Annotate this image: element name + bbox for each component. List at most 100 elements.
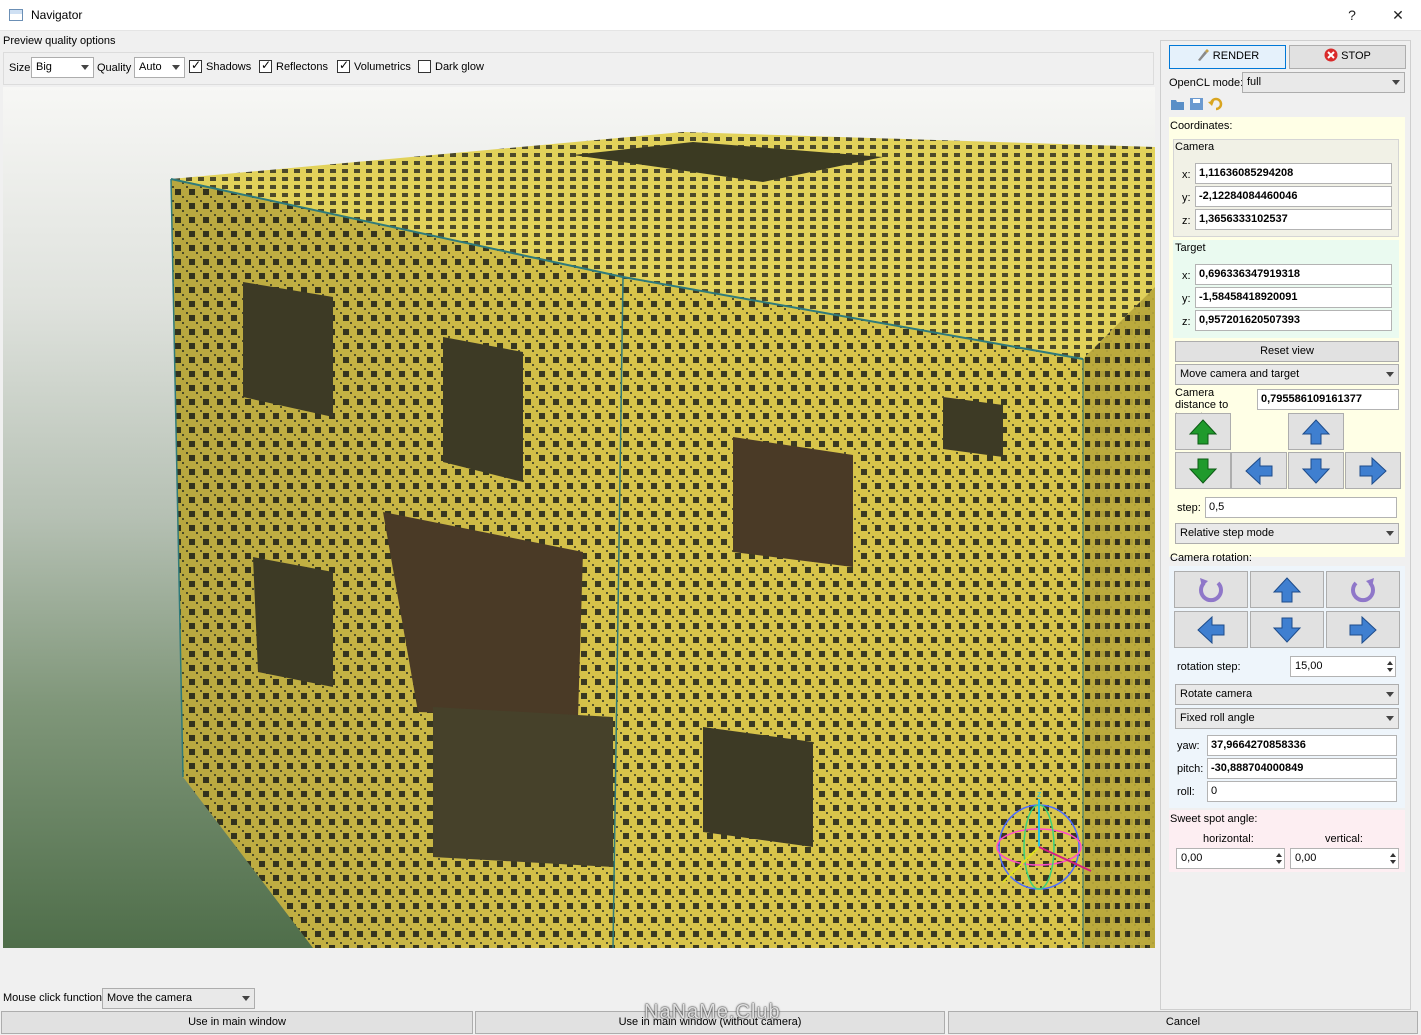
spin-down-icon[interactable]: [1276, 860, 1282, 864]
opencl-mode-value: full: [1247, 76, 1262, 88]
target-y-label: y:: [1182, 293, 1191, 305]
spin-up-icon[interactable]: [1390, 853, 1396, 857]
target-x-label: x:: [1182, 270, 1191, 282]
volumetrics-checkbox[interactable]: [337, 58, 350, 73]
title-bar: Navigator ? ✕: [0, 0, 1421, 31]
spin-up-icon[interactable]: [1387, 661, 1393, 665]
rotate-down-button[interactable]: [1250, 611, 1324, 648]
size-value: Big: [36, 61, 52, 73]
target-z-input[interactable]: 0,957201620507393: [1195, 310, 1392, 331]
reset-view-button[interactable]: Reset view: [1175, 341, 1399, 362]
coordinates-label: Coordinates:: [1170, 120, 1233, 132]
roll-label: roll:: [1177, 786, 1195, 798]
move-down-button[interactable]: [1288, 452, 1344, 489]
rotation-step-spinner[interactable]: 15,00: [1290, 656, 1396, 677]
step-mode-dropdown[interactable]: Relative step mode: [1175, 523, 1399, 544]
close-window-button[interactable]: ✕: [1375, 0, 1421, 31]
render-label: RENDER: [1212, 50, 1260, 62]
camera-z-input[interactable]: 1,3656333102537: [1195, 209, 1392, 230]
target-x-input[interactable]: 0,696336347919318: [1195, 264, 1392, 285]
camera-distance-input[interactable]: 0,795586109161377: [1257, 389, 1399, 410]
yaw-input[interactable]: 37,9664270858336: [1207, 735, 1397, 756]
quality-label: Quality: [97, 62, 132, 74]
size-dropdown[interactable]: Big: [31, 57, 94, 78]
camera-y-input[interactable]: -2,12284084460046: [1195, 186, 1392, 207]
blue-arrow-down-icon: [1301, 458, 1331, 484]
rotation-step-label: rotation step:: [1177, 661, 1241, 673]
rotate-right-button[interactable]: [1326, 611, 1400, 648]
pitch-label: pitch:: [1177, 763, 1204, 775]
green-arrow-up-icon: [1188, 418, 1218, 444]
quality-value: Auto: [139, 61, 162, 73]
window-title: Navigator: [31, 8, 83, 22]
target-z-label: z:: [1182, 316, 1191, 328]
mouse-click-dropdown[interactable]: Move the camera: [102, 988, 255, 1009]
blue-arrow-up-icon: [1301, 418, 1331, 444]
chevron-down-icon: [242, 996, 250, 1001]
spin-down-icon[interactable]: [1387, 668, 1393, 672]
rotate-left-button[interactable]: [1174, 611, 1248, 648]
blue-arrow-left-icon: [1197, 615, 1225, 644]
rotation-step-value: 15,00: [1295, 660, 1323, 672]
blue-arrow-down-icon: [1272, 617, 1302, 643]
move-mode-dropdown[interactable]: Move camera and target: [1175, 364, 1399, 385]
stop-button[interactable]: STOP: [1289, 45, 1406, 69]
blue-arrow-right-icon: [1359, 456, 1387, 485]
step-mode-value: Relative step mode: [1180, 527, 1275, 539]
move-forward-button[interactable]: [1175, 413, 1231, 450]
save-icon[interactable]: [1189, 97, 1204, 111]
reflections-checkbox[interactable]: [259, 58, 272, 73]
dark-glow-checkbox[interactable]: [418, 60, 431, 73]
chevron-down-icon: [1392, 80, 1400, 85]
step-label: step:: [1177, 502, 1201, 514]
render-preview-area[interactable]: z: [3, 87, 1155, 948]
help-button[interactable]: ?: [1329, 0, 1375, 31]
roll-mode-dropdown[interactable]: Fixed roll angle: [1175, 708, 1399, 729]
roll-right-button[interactable]: [1326, 571, 1400, 608]
sweet-spot-label: Sweet spot angle:: [1170, 813, 1258, 825]
watermark-text: NaNaMe.Club: [644, 1001, 781, 1023]
move-backward-button[interactable]: [1175, 452, 1231, 489]
shadows-checkbox[interactable]: [189, 58, 202, 73]
horizontal-label: horizontal:: [1203, 833, 1254, 845]
horizontal-angle-spinner[interactable]: 0,00: [1176, 848, 1285, 869]
quality-dropdown[interactable]: Auto: [134, 57, 185, 78]
size-label: Size: [9, 62, 31, 74]
open-folder-icon[interactable]: [1170, 97, 1185, 111]
chevron-down-icon: [1386, 372, 1394, 377]
chevron-down-icon: [1386, 531, 1394, 536]
app-window-icon: [9, 9, 23, 21]
step-input[interactable]: 0,5: [1205, 497, 1397, 518]
camera-x-label: x:: [1182, 169, 1191, 181]
spin-up-icon[interactable]: [1276, 853, 1282, 857]
green-arrow-down-icon: [1188, 458, 1218, 484]
move-up-button[interactable]: [1288, 413, 1344, 450]
spin-down-icon[interactable]: [1390, 860, 1396, 864]
vertical-label: vertical:: [1325, 833, 1363, 845]
target-y-input[interactable]: -1,58458418920091: [1195, 287, 1392, 308]
dark-glow-label: Dark glow: [435, 61, 484, 73]
undo-icon[interactable]: [1208, 97, 1223, 111]
cancel-button[interactable]: Cancel: [948, 1011, 1418, 1034]
opencl-mode-dropdown[interactable]: full: [1242, 72, 1405, 93]
camera-x-input[interactable]: 1,11636085294208: [1195, 163, 1392, 184]
shadows-label: Shadows: [206, 61, 252, 73]
blue-arrow-left-icon: [1245, 456, 1273, 485]
brush-icon: [1197, 49, 1209, 61]
pitch-input[interactable]: -30,888704000849: [1207, 758, 1397, 779]
rotate-mode-dropdown[interactable]: Rotate camera: [1175, 684, 1399, 705]
chevron-down-icon: [172, 65, 180, 70]
rotate-up-button[interactable]: [1250, 571, 1324, 608]
vertical-angle-spinner[interactable]: 0,00: [1290, 848, 1399, 869]
render-button[interactable]: RENDER: [1169, 45, 1286, 69]
roll-left-button[interactable]: [1174, 571, 1248, 608]
move-left-button[interactable]: [1231, 452, 1287, 489]
move-right-button[interactable]: [1345, 452, 1401, 489]
rotate-ccw-icon: [1199, 577, 1223, 602]
yaw-label: yaw:: [1177, 740, 1200, 752]
camera-label: Camera: [1175, 141, 1215, 153]
roll-input[interactable]: 0: [1207, 781, 1397, 802]
use-in-main-window-button[interactable]: Use in main window: [1, 1011, 473, 1034]
stop-icon: [1324, 48, 1338, 62]
camera-rotation-label: Camera rotation:: [1170, 552, 1252, 564]
